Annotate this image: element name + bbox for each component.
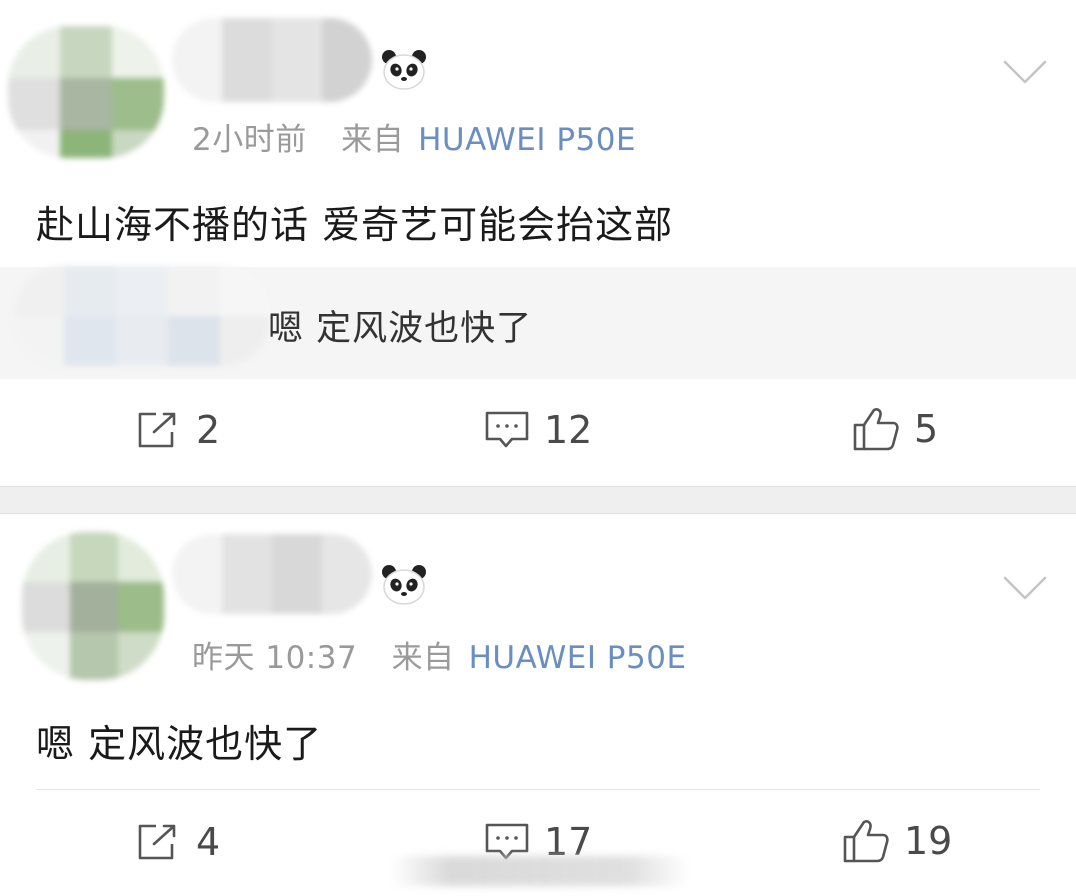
share-icon [138,824,176,860]
source-label: 来自 [341,122,405,158]
weibo-feed: 2小时前 来自 HUAWEI P50E 赴山海不播的话 爱奇艺可能会抬这部 嗯 定… [0,0,1076,896]
username[interactable] [172,18,372,102]
source-device[interactable]: HUAWEI P50E [469,640,687,676]
like-count: 5 [914,407,939,451]
post-body: 嗯 定风波也快了 [36,722,323,766]
post-time: 昨天 10:37 [192,640,358,676]
quoted-text: 嗯 定风波也快了 [268,309,533,349]
avatar[interactable] [8,26,164,158]
like-button[interactable]: 5 [852,406,938,452]
like-button[interactable]: 19 [842,818,952,864]
watermark-smear [390,856,690,886]
post-body: 赴山海不播的话 爱奇艺可能会抬这部 [36,203,674,247]
post-time: 2小时前 [192,122,307,158]
avatar[interactable] [22,532,164,680]
quoted-username[interactable] [14,266,270,366]
post-meta: 2小时前 来自 HUAWEI P50E [192,114,636,159]
share-button[interactable]: 2 [136,408,220,452]
source-label: 来自 [391,640,455,676]
thumbs-up-icon [843,820,889,863]
post-meta: 昨天 10:37 来自 HUAWEI P50E [192,632,687,677]
comment-button[interactable]: 12 [484,408,592,452]
share-count: 2 [196,408,221,452]
share-icon [138,412,176,448]
like-count: 19 [904,819,953,863]
share-count: 4 [196,820,221,864]
username[interactable] [172,534,372,614]
chevron-down-icon[interactable] [1002,574,1048,602]
source-device[interactable]: HUAWEI P50E [418,122,636,158]
comment-count: 12 [544,408,593,452]
action-divider [36,789,1040,790]
panda-icon [382,50,426,90]
panda-icon [382,565,426,605]
share-button[interactable]: 4 [136,820,220,864]
chevron-down-icon[interactable] [1002,58,1048,86]
comment-icon [485,411,529,448]
post-divider [0,486,1076,514]
thumbs-up-icon [853,408,899,451]
